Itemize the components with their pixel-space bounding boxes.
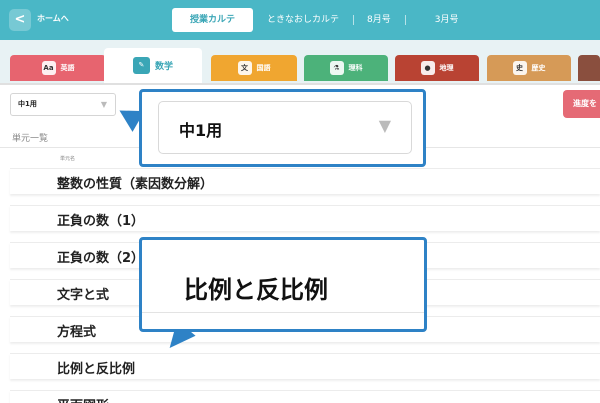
progress-button[interactable]: 進度を: [563, 90, 600, 118]
divider: [142, 312, 424, 313]
history-icon: 史: [512, 61, 527, 75]
subject-tab-bar: Aa 英語 ✎ 数学 文 国語 ⚗ 理科 ● 地理 史 歴史: [0, 40, 600, 85]
tab-august-issue[interactable]: 8月号: [353, 8, 405, 32]
zoomed-grade-select: 中1用 ▼: [158, 101, 412, 154]
english-icon: Aa: [41, 61, 56, 75]
subject-tab-geography[interactable]: ● 地理: [395, 55, 479, 81]
math-icon: ✎: [132, 57, 150, 74]
zoomed-select-value: 中1用: [179, 121, 223, 140]
unit-name: 平面図形: [57, 395, 109, 403]
tab-march-issue[interactable]: 3月号: [404, 8, 473, 32]
unit-name: 正負の数（1）: [57, 214, 145, 229]
grade-select-value: 中1用: [18, 100, 37, 108]
chevron-down-icon: ▼: [100, 100, 107, 109]
list-item[interactable]: 正負の数（1）: [10, 205, 600, 231]
select-zoom-callout: 中1用 ▼: [139, 89, 426, 167]
subject-tab-label: 歴史: [531, 64, 546, 72]
list-item[interactable]: 平面図形: [10, 390, 600, 403]
zoomed-unit-name: 比例と反比例: [184, 276, 328, 304]
list-item[interactable]: 整数の性質（素因数分解）: [10, 168, 600, 194]
subject-tab-history[interactable]: 史 歴史: [487, 55, 571, 81]
list-item[interactable]: 比例と反比例: [10, 353, 600, 379]
subject-tab-math[interactable]: ✎ 数学: [104, 48, 202, 83]
grade-select[interactable]: 中1用 ▼: [10, 93, 116, 116]
unit-name: 比例と反比例: [57, 362, 136, 377]
subject-tab-label: 地理: [439, 64, 454, 72]
subject-tab-label: 数学: [154, 62, 173, 72]
unit-name: 整数の性質（素因数分解）: [57, 177, 214, 192]
subject-tab-extra[interactable]: [578, 55, 600, 81]
unit-column-header: 単元名: [60, 156, 76, 162]
header-tabs: 授業カルテ ときなおしカルテ 8月号 3月号: [172, 8, 473, 32]
tab-lesson-karte[interactable]: 授業カルテ: [172, 8, 254, 32]
subject-tab-label: 英語: [60, 64, 75, 72]
subject-tab-science[interactable]: ⚗ 理科: [304, 55, 388, 81]
subject-tab-japanese[interactable]: 文 国語: [211, 55, 297, 81]
geography-icon: ●: [420, 61, 435, 75]
chevron-down-icon: ▼: [378, 116, 391, 135]
science-icon: ⚗: [329, 61, 344, 75]
home-link[interactable]: ホームへ: [37, 13, 69, 24]
tab-review-karte[interactable]: ときなおしカルテ: [253, 8, 353, 32]
subject-tab-english[interactable]: Aa 英語: [10, 55, 106, 81]
unit-list-heading: 単元一覧: [12, 134, 49, 144]
subject-tab-label: 国語: [256, 64, 271, 72]
japanese-icon: 文: [237, 61, 252, 75]
unit-name: 文字と式: [57, 288, 110, 303]
back-button[interactable]: <: [9, 9, 31, 31]
top-header: < ホームへ 授業カルテ ときなおしカルテ 8月号 3月号: [0, 0, 600, 40]
unit-zoom-callout: 比例と反比例: [139, 237, 427, 332]
unit-name: 正負の数（2）: [57, 251, 145, 266]
unit-name: 方程式: [57, 325, 97, 340]
subject-tab-label: 理科: [348, 64, 363, 72]
